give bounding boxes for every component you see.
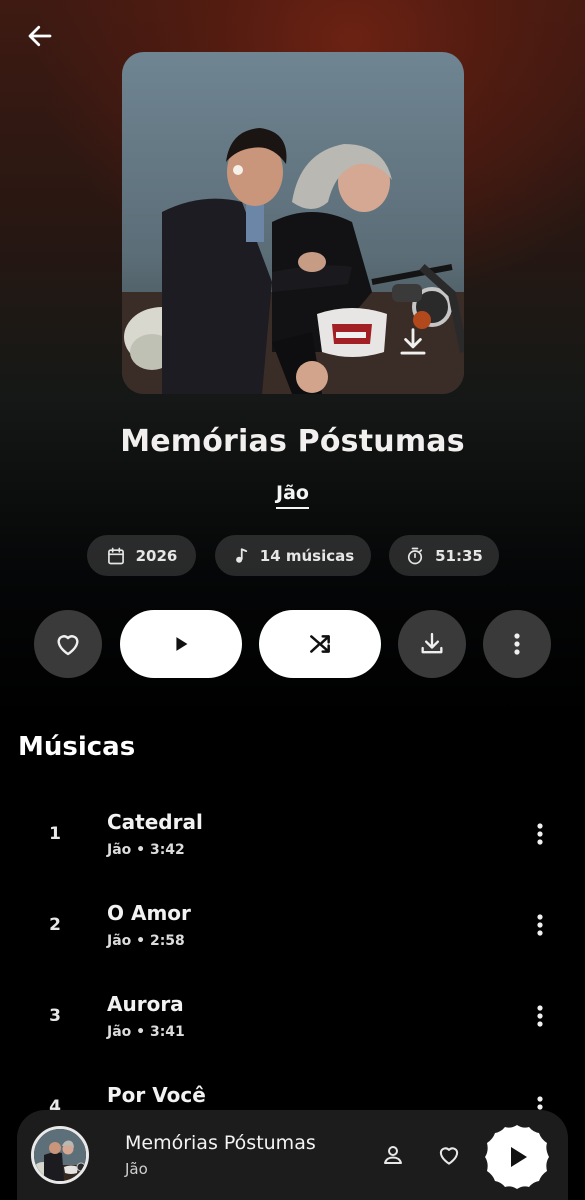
play-button[interactable]: [120, 610, 242, 678]
more-options-button[interactable]: [483, 610, 551, 678]
track-number: 3: [49, 1006, 61, 1026]
track-count-chip: 14 músicas: [215, 535, 371, 576]
track-count-value: 14 músicas: [259, 546, 355, 565]
back-button[interactable]: [22, 18, 58, 54]
year-chip: 2026: [87, 535, 196, 576]
mini-player-artwork: [31, 1126, 89, 1184]
more-vertical-icon: [514, 633, 520, 655]
more-vertical-icon: [537, 823, 543, 845]
cover-download-icon[interactable]: [398, 326, 428, 358]
track-number: 2: [49, 915, 61, 935]
music-note-icon: [235, 547, 247, 563]
track-row[interactable]: 3 Aurora Jão • 3:41: [0, 982, 585, 1062]
track-meta: Jão • 3:42: [107, 842, 185, 858]
play-icon: [176, 637, 188, 651]
album-title: Memórias Póstumas: [120, 424, 465, 459]
person-icon: [384, 1146, 402, 1164]
like-button[interactable]: [34, 610, 102, 678]
download-icon: [421, 632, 443, 654]
mini-like-button[interactable]: [433, 1139, 465, 1171]
stopwatch-icon: [408, 547, 423, 564]
mini-play-button[interactable]: [483, 1123, 551, 1191]
track-title: Por Você: [107, 1083, 206, 1107]
tracks-section-title: Músicas: [18, 732, 136, 762]
shuffle-icon: [310, 635, 330, 653]
now-playing-artist: Jão: [125, 1160, 148, 1178]
track-row[interactable]: 2 O Amor Jão • 2:58: [0, 891, 585, 971]
track-meta: Jão • 2:58: [107, 933, 185, 949]
track-more-button[interactable]: [524, 909, 556, 941]
track-title: Catedral: [107, 810, 203, 834]
mini-player[interactable]: Memórias Póstumas Jão: [17, 1110, 568, 1200]
year-value: 2026: [135, 546, 178, 565]
duration-chip: 51:35: [389, 535, 499, 576]
calendar-icon: [107, 547, 124, 564]
more-vertical-icon: [537, 1005, 543, 1027]
download-button[interactable]: [398, 610, 466, 678]
track-title: O Amor: [107, 901, 191, 925]
track-number: 1: [49, 824, 61, 844]
arrow-left-icon: [28, 25, 52, 47]
artist-button[interactable]: [377, 1139, 409, 1171]
duration-value: 51:35: [435, 546, 483, 565]
artist-link[interactable]: Jão: [276, 482, 309, 509]
shuffle-button[interactable]: [259, 610, 381, 678]
track-meta: Jão • 3:41: [107, 1024, 185, 1040]
more-vertical-icon: [537, 914, 543, 936]
track-title: Aurora: [107, 992, 184, 1016]
artist-link-row: Jão: [0, 482, 585, 509]
now-playing-title: Memórias Póstumas: [125, 1132, 316, 1154]
heart-icon: [57, 635, 79, 656]
track-row[interactable]: 1 Catedral Jão • 3:42: [0, 800, 585, 880]
heart-icon: [439, 1147, 459, 1165]
track-more-button[interactable]: [524, 1000, 556, 1032]
track-more-button[interactable]: [524, 818, 556, 850]
